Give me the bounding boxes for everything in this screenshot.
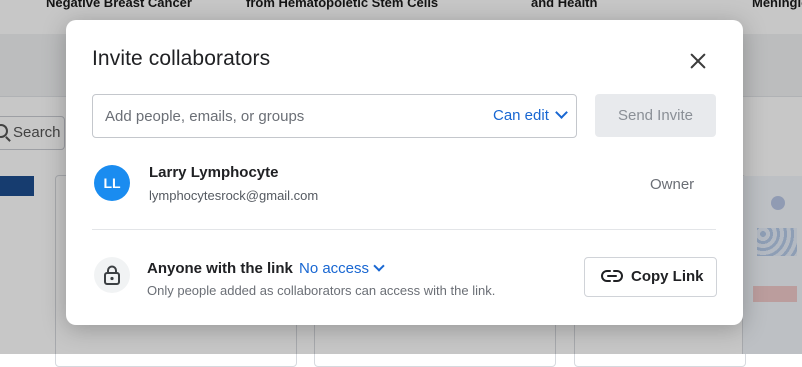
invite-people-input[interactable]: [105, 106, 465, 126]
link-access-label: No access: [299, 260, 370, 277]
send-invite-button[interactable]: Send Invite: [595, 94, 716, 137]
invite-field-container: Can edit: [92, 94, 577, 138]
link-sharing-title: Anyone with the link: [147, 260, 293, 277]
divider: [92, 229, 716, 230]
chevron-down-icon: [555, 106, 568, 119]
permission-dropdown[interactable]: Can edit: [493, 106, 568, 127]
avatar: LL: [94, 165, 130, 201]
dialog-title: Invite collaborators: [92, 47, 271, 70]
chevron-down-icon: [373, 260, 385, 272]
collaborator-email: lymphocytesrock@gmail.com: [149, 188, 319, 203]
copy-link-label: Copy Link: [631, 268, 704, 285]
link-icon: [601, 270, 623, 282]
link-access-dropdown[interactable]: No access: [299, 260, 385, 278]
lock-icon: [94, 257, 130, 293]
link-sharing-description: Only people added as collaborators can a…: [147, 283, 496, 298]
collaborator-name: Larry Lymphocyte: [149, 164, 279, 181]
collaborator-role: Owner: [650, 176, 695, 193]
copy-link-button[interactable]: Copy Link: [584, 257, 717, 297]
permission-label: Can edit: [493, 107, 549, 124]
close-icon[interactable]: [686, 49, 710, 73]
invite-collaborators-dialog: Invite collaborators Can edit Send Invit…: [66, 20, 743, 325]
